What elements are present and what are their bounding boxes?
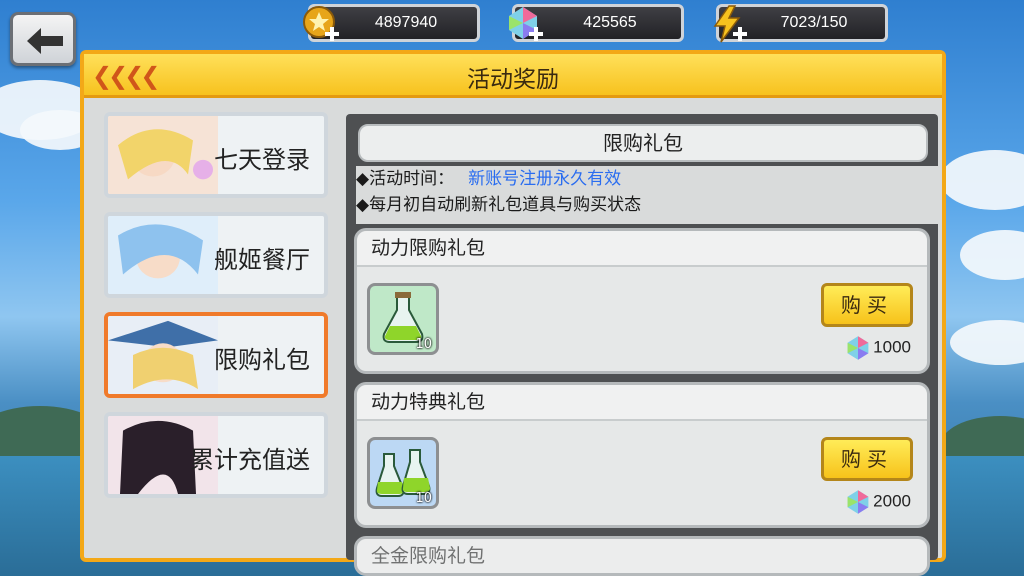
tab-cumulative-recharge[interactable]: 累计充值送: [104, 412, 328, 498]
tab-label: 累计充值送: [190, 446, 310, 474]
gold-counter[interactable]: 4897940: [303, 4, 480, 42]
price: 1000: [845, 335, 911, 361]
pack-name: 动力限购礼包: [357, 231, 927, 267]
pack-content: 限购礼包 ◆活动时间： 新账号注册永久有效 ◆每月初自动刷新礼包道具与购买状态 动…: [346, 114, 938, 576]
rainbow-gem-plus-icon: [509, 7, 543, 41]
buy-button[interactable]: 购买: [821, 437, 913, 481]
item-count: 10: [415, 491, 432, 506]
lightning-plus-icon: [713, 5, 747, 43]
event-time-label: ◆活动时间：: [356, 169, 455, 189]
pack-card: 动力限购礼包 10 购买 1000: [354, 228, 930, 374]
back-button[interactable]: [10, 12, 76, 66]
character-portrait: [108, 216, 218, 294]
item-slot[interactable]: 10: [367, 283, 439, 355]
content-title: 限购礼包: [358, 124, 928, 162]
event-reward-panel: ❮❮❮❮ 活动奖励 七天登录 舰姬餐厅 限购礼包 累计充值送 限购礼包 ◆活动时…: [80, 50, 946, 576]
gem-counter[interactable]: 425565: [509, 4, 684, 42]
item-count: 10: [415, 337, 432, 352]
item-slot[interactable]: 10: [367, 437, 439, 509]
tab-label: 七天登录: [214, 146, 310, 174]
rainbow-gem-icon: [847, 336, 869, 360]
energy-counter[interactable]: 7023/150: [713, 4, 888, 43]
arrow-left-icon: [27, 28, 63, 54]
buy-button[interactable]: 购买: [821, 283, 913, 327]
refresh-note: ◆每月初自动刷新礼包道具与购买状态: [356, 195, 642, 215]
pack-name: 全金限购礼包: [357, 539, 927, 573]
pack-name: 动力特典礼包: [357, 385, 927, 421]
price: 2000: [845, 489, 911, 515]
rainbow-gem-icon: [847, 490, 869, 514]
event-info: ◆活动时间： 新账号注册永久有效 ◆每月初自动刷新礼包道具与购买状态: [356, 166, 938, 224]
pack-card: 动力特典礼包 10 购买 2000: [354, 382, 930, 528]
tab-seven-day-login[interactable]: 七天登录: [104, 112, 328, 198]
pack-card: 全金限购礼包: [354, 536, 930, 576]
character-portrait: [108, 316, 218, 394]
price-value: 1000: [873, 337, 911, 357]
tab-limited-pack[interactable]: 限购礼包: [104, 312, 328, 398]
panel-header: ❮❮❮❮ 活动奖励: [84, 54, 942, 98]
tab-label: 舰姬餐厅: [214, 246, 310, 274]
panel-title: 活动奖励: [467, 67, 559, 93]
gold-coin-plus-icon: [303, 6, 339, 41]
tab-label: 限购礼包: [214, 346, 310, 374]
price-value: 2000: [873, 491, 911, 511]
character-portrait: [108, 116, 218, 194]
event-time-value: 新账号注册永久有效: [468, 169, 622, 189]
tab-ship-restaurant[interactable]: 舰姬餐厅: [104, 212, 328, 298]
